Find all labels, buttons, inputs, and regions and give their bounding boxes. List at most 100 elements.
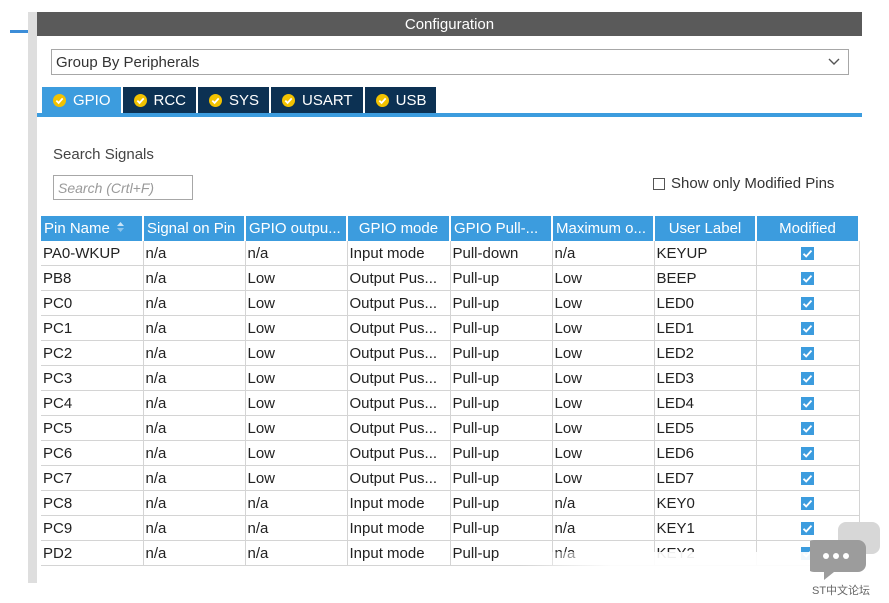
table-row[interactable]: PC3 n/a Low Output Pus... Pull-up Low LE… — [41, 365, 860, 391]
cell-signal: n/a — [143, 515, 246, 541]
cell-gpio-pull: Pull-up — [450, 390, 553, 416]
column-header-signal[interactable]: Signal on Pin — [143, 216, 246, 241]
cell-pin-name: PC7 — [41, 465, 144, 491]
cell-gpio-pull: Pull-up — [450, 365, 553, 391]
tab-usart[interactable]: USART — [271, 87, 363, 114]
table-row[interactable]: PC8 n/a n/a Input mode Pull-up n/a KEY0 — [41, 490, 860, 516]
cell-gpio-output: n/a — [245, 515, 348, 541]
cell-gpio-pull: Pull-up — [450, 490, 553, 516]
column-header-modified[interactable]: Modified — [756, 216, 860, 241]
chevron-down-icon — [828, 56, 840, 68]
cell-modified — [756, 390, 860, 416]
modified-checkbox[interactable] — [801, 297, 814, 311]
cell-user-label: LED4 — [654, 390, 757, 416]
table-row[interactable]: PC1 n/a Low Output Pus... Pull-up Low LE… — [41, 315, 860, 341]
show-modified-checkbox[interactable] — [653, 177, 665, 190]
column-header-user-label[interactable]: User Label — [654, 216, 757, 241]
table-row[interactable]: PC7 n/a Low Output Pus... Pull-up Low LE… — [41, 465, 860, 491]
table-row[interactable]: PC4 n/a Low Output Pus... Pull-up Low LE… — [41, 390, 860, 416]
table-row[interactable]: PC5 n/a Low Output Pus... Pull-up Low LE… — [41, 415, 860, 441]
cell-max-speed: Low — [552, 440, 655, 466]
tab-rcc[interactable]: RCC — [122, 87, 197, 114]
tab-sys[interactable]: SYS — [198, 87, 270, 114]
column-header-max-speed[interactable]: Maximum o... — [552, 216, 655, 241]
cell-gpio-mode: Output Pus... — [347, 390, 451, 416]
left-accent-line — [10, 30, 28, 33]
table-row[interactable]: PC9 n/a n/a Input mode Pull-up n/a KEY1 — [41, 515, 860, 541]
cell-pin-name: PC3 — [41, 365, 144, 391]
table-row[interactable]: PC6 n/a Low Output Pus... Pull-up Low LE… — [41, 440, 860, 466]
tab-usb[interactable]: USB — [364, 87, 437, 114]
tab-label: GPIO — [73, 92, 111, 109]
cell-modified — [756, 465, 860, 491]
cell-modified — [756, 290, 860, 316]
cell-gpio-output: Low — [245, 340, 348, 366]
modified-checkbox[interactable] — [801, 272, 814, 286]
table-row[interactable]: PC0 n/a Low Output Pus... Pull-up Low LE… — [41, 290, 860, 316]
show-modified-toggle[interactable]: Show only Modified Pins — [653, 175, 834, 192]
cell-gpio-pull: Pull-up — [450, 515, 553, 541]
cell-gpio-output: Low — [245, 290, 348, 316]
cell-gpio-mode: Output Pus... — [347, 340, 451, 366]
cell-pin-name: PC1 — [41, 315, 144, 341]
modified-checkbox[interactable] — [801, 497, 814, 511]
cell-user-label: LED0 — [654, 290, 757, 316]
cell-pin-name: PC4 — [41, 390, 144, 416]
cell-max-speed: Low — [552, 465, 655, 491]
cell-pin-name: PD2 — [41, 540, 144, 566]
column-header-gpio-output[interactable]: GPIO outpu... — [245, 216, 348, 241]
group-by-select[interactable]: Group By Peripherals — [51, 49, 849, 75]
window-title: Configuration — [404, 15, 495, 33]
cell-signal: n/a — [143, 390, 246, 416]
column-header-gpio-mode[interactable]: GPIO mode — [347, 216, 451, 241]
cell-user-label: LED7 — [654, 465, 757, 491]
cell-signal: n/a — [143, 440, 246, 466]
cell-gpio-mode: Output Pus... — [347, 315, 451, 341]
tab-label: SYS — [229, 92, 260, 109]
cell-gpio-pull: Pull-up — [450, 440, 553, 466]
column-header-gpio-pull[interactable]: GPIO Pull-... — [450, 216, 553, 241]
table-row[interactable]: PA0-WKUP n/a n/a Input mode Pull-down n/… — [41, 241, 860, 266]
search-input[interactable] — [53, 175, 193, 200]
cell-signal: n/a — [143, 415, 246, 441]
cell-signal: n/a — [143, 490, 246, 516]
cell-gpio-pull: Pull-up — [450, 415, 553, 441]
modified-checkbox[interactable] — [801, 247, 814, 261]
cell-pin-name: PB8 — [41, 265, 144, 291]
table-row[interactable]: PC2 n/a Low Output Pus... Pull-up Low LE… — [41, 340, 860, 366]
cell-gpio-mode: Input mode — [347, 515, 451, 541]
cell-gpio-pull: Pull-up — [450, 315, 553, 341]
modified-checkbox[interactable] — [801, 347, 814, 361]
cell-gpio-output: Low — [245, 465, 348, 491]
modified-checkbox[interactable] — [801, 447, 814, 461]
cell-modified — [756, 415, 860, 441]
cell-gpio-output: n/a — [245, 490, 348, 516]
cell-modified — [756, 365, 860, 391]
table-row[interactable]: PB8 n/a Low Output Pus... Pull-up Low BE… — [41, 265, 860, 291]
cell-gpio-mode: Output Pus... — [347, 415, 451, 441]
cell-modified — [756, 241, 860, 266]
cell-user-label: BEEP — [654, 265, 757, 291]
modified-checkbox[interactable] — [801, 422, 814, 436]
column-header-label: Pin Name — [44, 219, 110, 237]
cell-max-speed: n/a — [552, 515, 655, 541]
tab-gpio[interactable]: GPIO — [42, 87, 121, 114]
cell-pin-name: PC5 — [41, 415, 144, 441]
check-circle-icon — [208, 93, 223, 108]
modified-checkbox[interactable] — [801, 397, 814, 411]
modified-checkbox[interactable] — [801, 322, 814, 336]
cell-signal: n/a — [143, 365, 246, 391]
cell-user-label: KEYUP — [654, 241, 757, 266]
cell-gpio-mode: Output Pus... — [347, 365, 451, 391]
cell-modified — [756, 265, 860, 291]
cell-gpio-mode: Input mode — [347, 540, 451, 566]
show-modified-label: Show only Modified Pins — [671, 175, 835, 192]
modified-checkbox[interactable] — [801, 372, 814, 386]
cell-modified — [756, 315, 860, 341]
modified-checkbox[interactable] — [801, 472, 814, 486]
column-header-pin-name[interactable]: Pin Name — [41, 216, 144, 241]
cell-max-speed: Low — [552, 365, 655, 391]
check-circle-icon — [133, 93, 148, 108]
sort-icon — [116, 220, 125, 237]
cell-user-label: LED2 — [654, 340, 757, 366]
